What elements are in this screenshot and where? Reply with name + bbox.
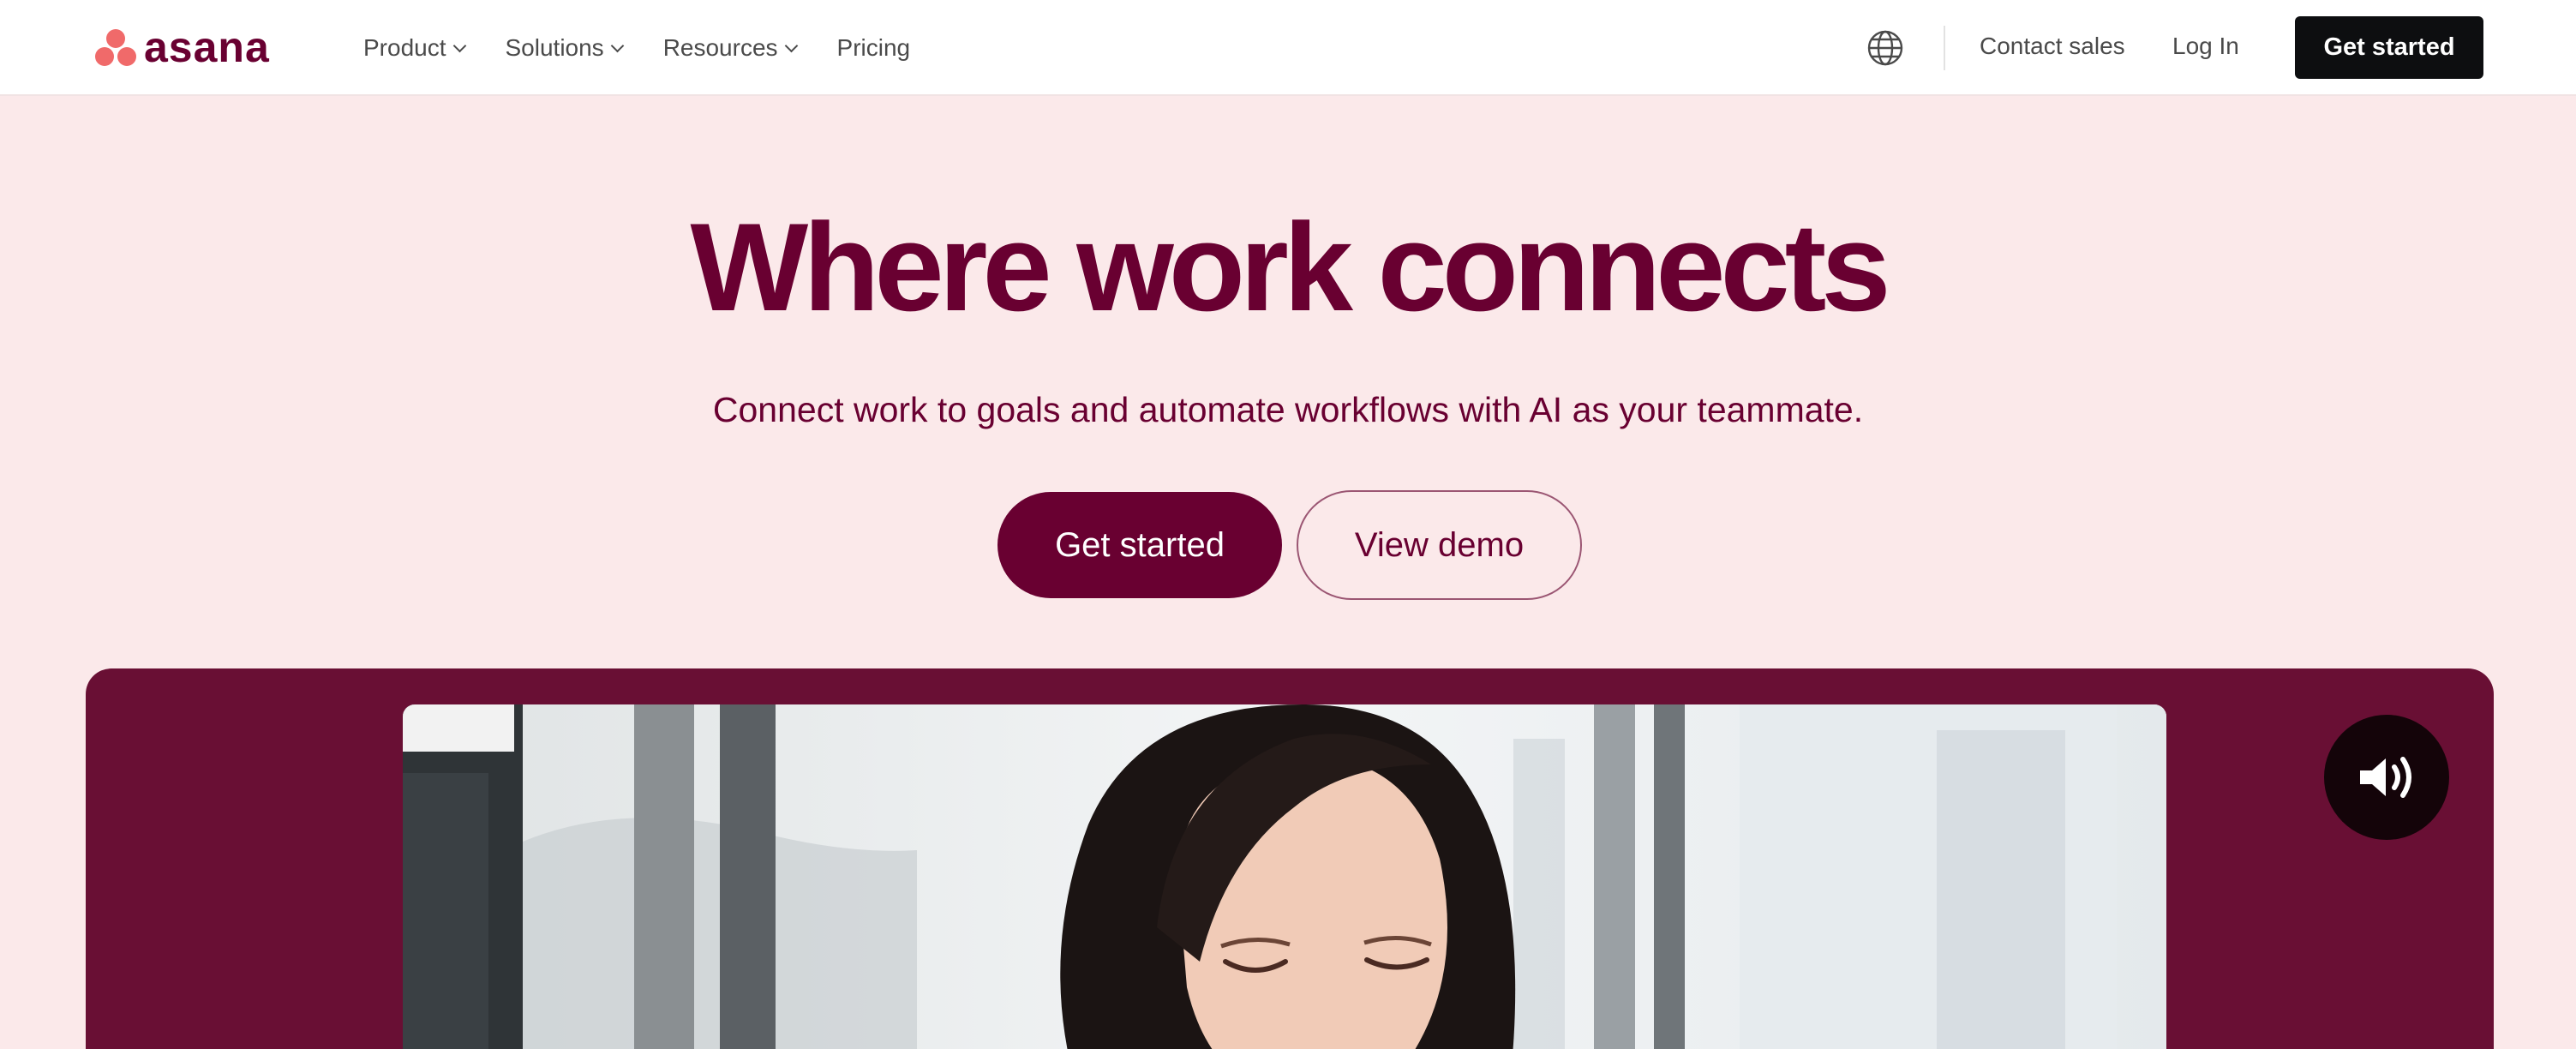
main-menu: Product Solutions Resources Pricing [363, 0, 951, 96]
globe-icon[interactable] [1866, 29, 1904, 67]
contact-sales-link[interactable]: Contact sales [1980, 33, 2125, 60]
hero-title: Where work connects [690, 197, 1890, 337]
nav-get-started-button[interactable]: Get started [2295, 16, 2483, 79]
chevron-down-icon [610, 39, 624, 52]
nav-item-label: Product [363, 34, 446, 61]
asana-logo[interactable]: asana [94, 26, 270, 69]
nav-item-label: Pricing [836, 34, 911, 61]
hero-subtitle: Connect work to goals and automate workf… [712, 390, 1864, 429]
login-link[interactable]: Log In [2172, 33, 2239, 60]
sound-toggle-button[interactable] [2324, 715, 2449, 840]
top-navbar: asana Product Solutions Resources Pricin… [0, 0, 2576, 96]
nav-item-pricing[interactable]: Pricing [837, 34, 911, 62]
asana-dots-icon [94, 27, 137, 67]
hero-get-started-button[interactable]: Get started [997, 492, 1282, 598]
nav-divider [1944, 26, 1945, 70]
nav-item-label: Resources [662, 34, 778, 61]
nav-item-solutions[interactable]: Solutions [505, 34, 624, 62]
speaker-volume-icon [2360, 757, 2411, 798]
chevron-down-icon [452, 39, 466, 52]
view-demo-button[interactable]: View demo [1297, 490, 1582, 600]
logo-wordmark: asana [144, 23, 270, 71]
hero-video[interactable] [403, 704, 2166, 1049]
nav-item-product[interactable]: Product [363, 34, 466, 62]
nav-item-label: Solutions [505, 34, 604, 61]
chevron-down-icon [784, 39, 798, 52]
nav-item-resources[interactable]: Resources [662, 34, 798, 62]
